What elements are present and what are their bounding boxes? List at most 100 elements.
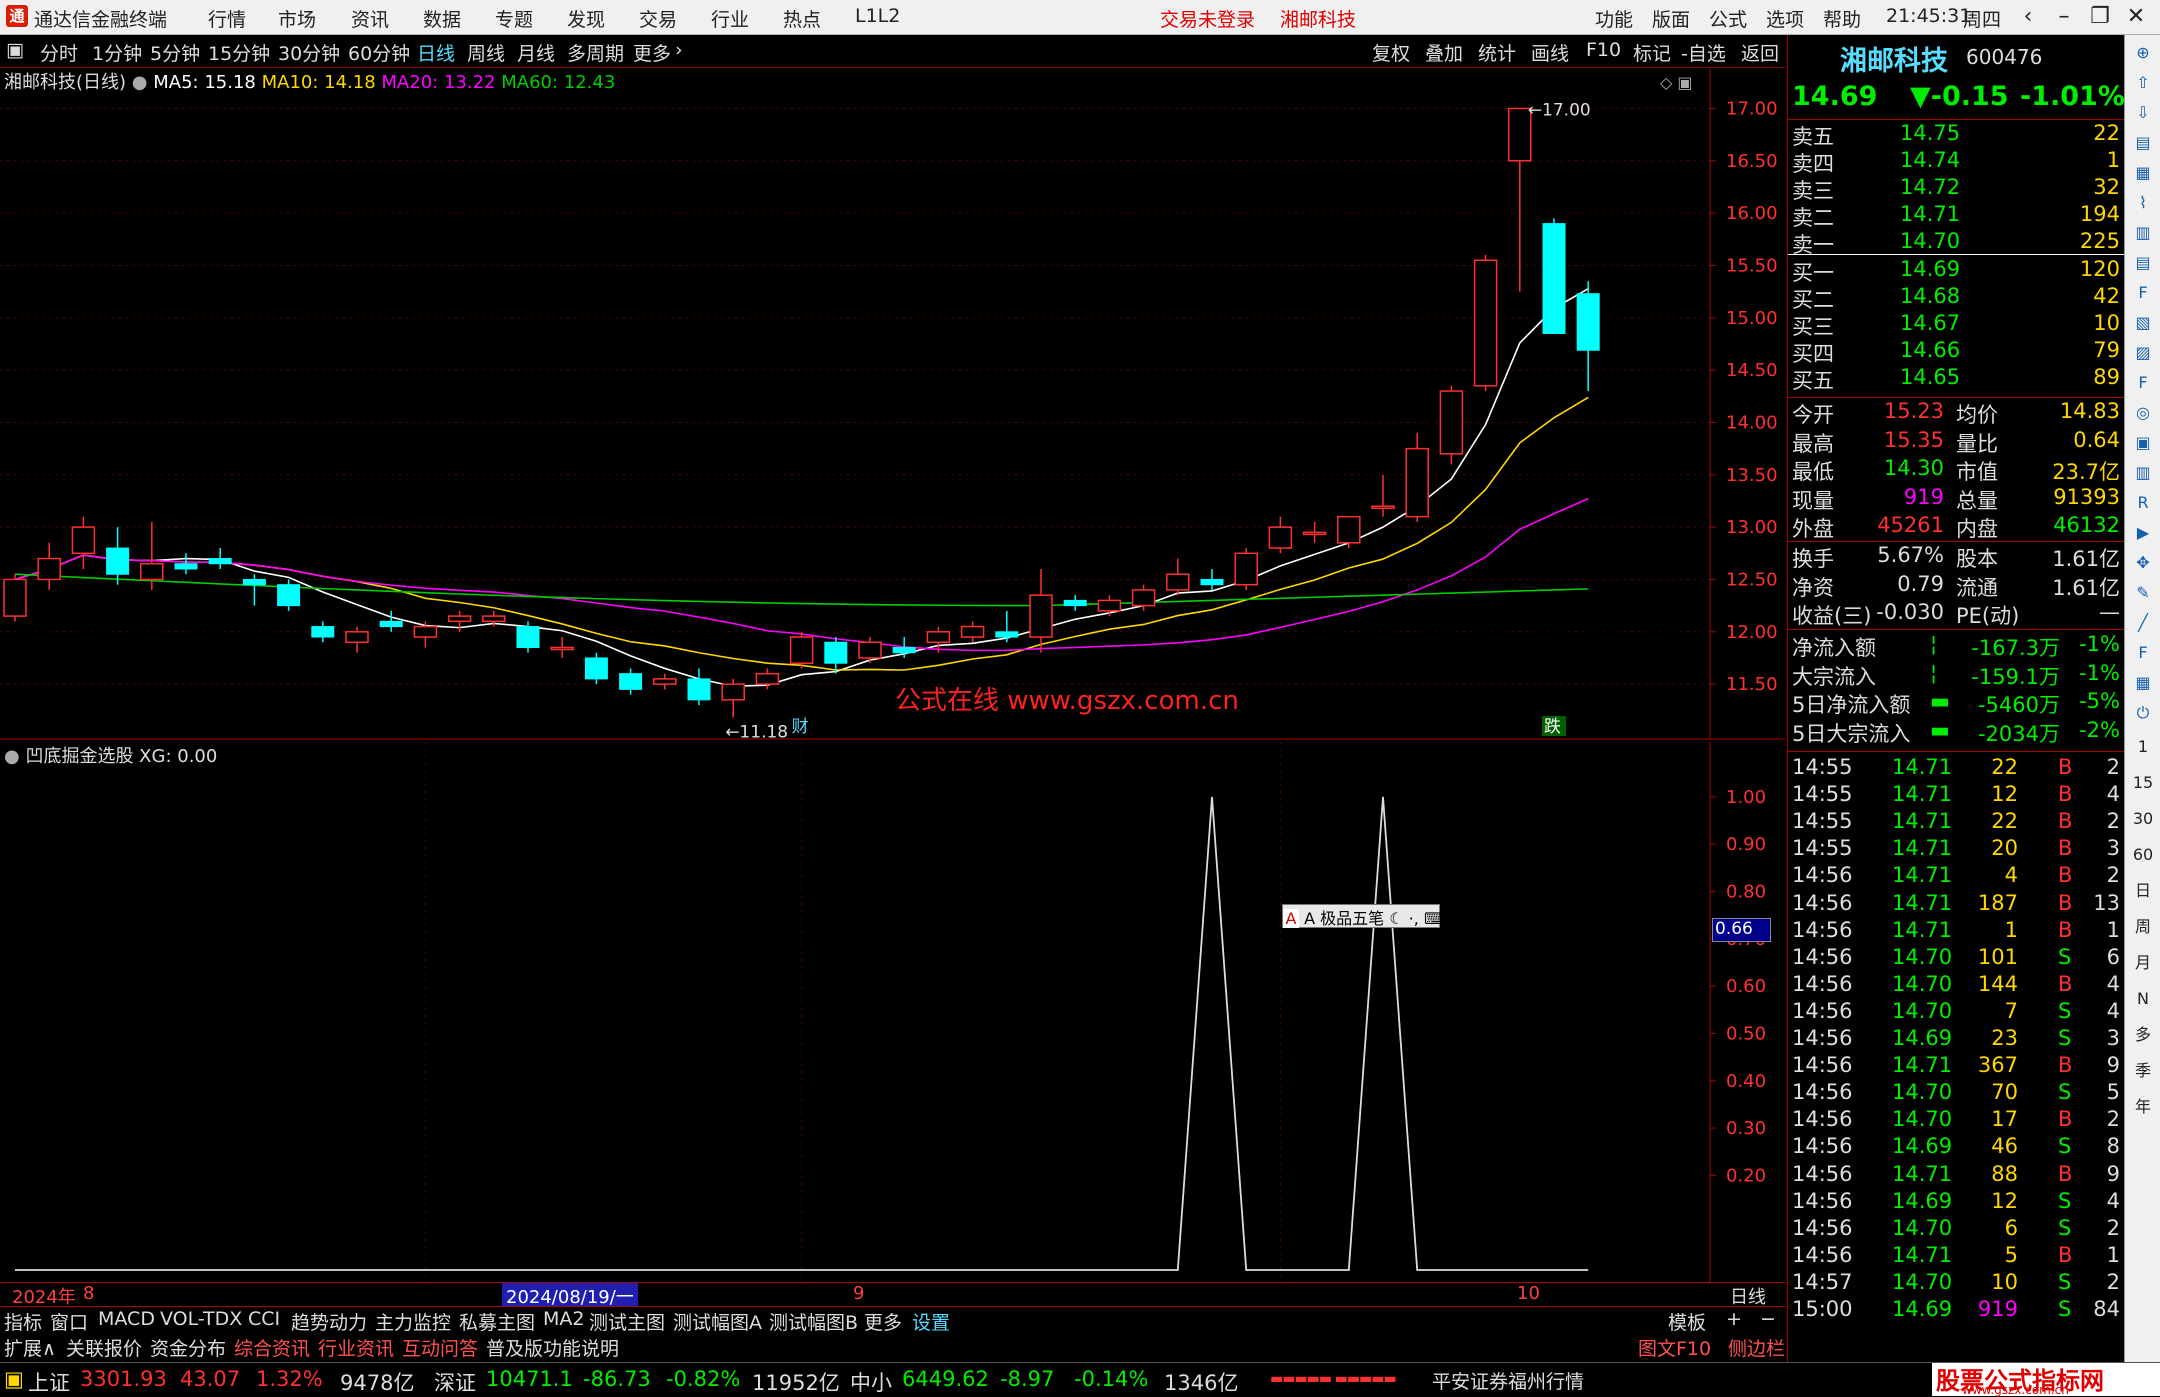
tab-cci[interactable]: CCI (248, 1308, 280, 1330)
period-1-label[interactable]: 1 (2131, 735, 2155, 759)
period-1min[interactable]: 1分钟 (92, 39, 142, 66)
period-30min[interactable]: 30分钟 (278, 39, 340, 66)
period-15min[interactable]: 15分钟 (208, 39, 270, 66)
tab-hudong[interactable]: 互动问答 (402, 1334, 478, 1361)
bars-icon[interactable]: ▥ (2131, 461, 2155, 485)
ime-dot-icon[interactable]: ·, (1409, 909, 1419, 928)
menu-xuanxiang[interactable]: 选项 (1766, 5, 1804, 32)
zoom-in-button[interactable]: + (1726, 1308, 1742, 1330)
tab-ceshi-futu-b[interactable]: 测试幅图B (769, 1308, 858, 1335)
menu-l1l2[interactable]: L1L2 (855, 5, 900, 27)
zoom-out-button[interactable]: − (1760, 1308, 1776, 1330)
kline-icon[interactable]: ▥ (2131, 221, 2155, 245)
minimize-icon[interactable]: – (2046, 2, 2082, 32)
trade-status[interactable]: 交易未登录 (1160, 5, 1255, 32)
menu-shuju[interactable]: 数据 (423, 5, 461, 32)
menu-bangzhu[interactable]: 帮助 (1823, 5, 1861, 32)
tab-guanlian[interactable]: 关联报价 (66, 1334, 142, 1361)
pen-icon[interactable]: ✎ (2131, 581, 2155, 605)
tool-biaoji[interactable]: 标记 (1633, 39, 1671, 66)
sz-label[interactable]: 深证 (434, 1367, 476, 1397)
period-15-label[interactable]: 15 (2131, 771, 2155, 795)
menu-faxian[interactable]: 发现 (567, 5, 605, 32)
zx-label[interactable]: 中小 (850, 1367, 892, 1397)
tool-zixuan[interactable]: -自选 (1681, 39, 1726, 66)
f2-icon[interactable]: F (2131, 371, 2155, 395)
tab-puji[interactable]: 普及版功能说明 (486, 1334, 619, 1361)
tab-f10-text[interactable]: 图文F10 (1638, 1334, 1711, 1361)
list-icon[interactable]: ▤ (2131, 131, 2155, 155)
menu-zhuanti[interactable]: 专题 (495, 5, 533, 32)
f5-icon[interactable]: F (2131, 641, 2155, 665)
restore-icon[interactable]: ❐ (2082, 2, 2118, 32)
sh-label[interactable]: 上证 (28, 1367, 70, 1397)
arrow-up-icon[interactable]: ⇧ (2131, 71, 2155, 95)
panel-toggle-icon[interactable]: ▣ (6, 39, 24, 61)
arrow-down-icon[interactable]: ⇩ (2131, 101, 2155, 125)
table-icon[interactable]: ▤ (2131, 251, 2155, 275)
period-5min[interactable]: 5分钟 (150, 39, 200, 66)
tab-kuozhan[interactable]: 扩展∧ (4, 1334, 56, 1361)
menu-gongneng[interactable]: 功能 (1595, 5, 1633, 32)
menu-redian[interactable]: 热点 (783, 5, 821, 32)
tab-ceshi-futu-a[interactable]: 测试幅图A (673, 1308, 762, 1335)
period-multi[interactable]: 多周期 (567, 39, 624, 66)
grid-icon[interactable]: ▦ (2131, 161, 2155, 185)
menu-hangye[interactable]: 行业 (711, 5, 749, 32)
tool-tongji[interactable]: 统计 (1478, 39, 1516, 66)
ime-keyboard-icon[interactable]: ⌨ (1424, 909, 1447, 928)
tab-chuangkou[interactable]: 窗口 (50, 1308, 88, 1335)
tab-hangye[interactable]: 行业资讯 (318, 1334, 394, 1361)
tool-f10[interactable]: F10 (1586, 39, 1621, 61)
back-icon[interactable]: ‹ (2010, 2, 2046, 32)
tab-settings[interactable]: 设置 (912, 1308, 950, 1335)
period-multi-label[interactable]: 多 (2131, 1023, 2155, 1047)
period-month[interactable]: 月线 (517, 39, 555, 66)
tool-fuquan[interactable]: 复权 (1372, 39, 1410, 66)
tab-simu[interactable]: 私募主图 (459, 1308, 535, 1335)
tab-zhibiao[interactable]: 指标 (4, 1308, 42, 1335)
rsi-icon[interactable]: R (2131, 491, 2155, 515)
tab-zijin[interactable]: 资金分布 (150, 1334, 226, 1361)
tab-vol-tdx[interactable]: VOL-TDX (160, 1308, 242, 1330)
power-icon[interactable]: ⏻ (2131, 701, 2155, 725)
tool-fanhui[interactable]: 返回 (1741, 39, 1779, 66)
tab-qushi[interactable]: 趋势动力 (291, 1308, 367, 1335)
book-icon[interactable]: ▨ (2131, 341, 2155, 365)
status-icon[interactable]: ▣ (4, 1367, 24, 1391)
period-60min[interactable]: 60分钟 (348, 39, 410, 66)
period-year-label[interactable]: 年 (2131, 1095, 2155, 1119)
menu-hangqing[interactable]: 行情 (208, 5, 246, 32)
menu-banmian[interactable]: 版面 (1652, 5, 1690, 32)
indicator-chart[interactable]: 1.000.900.800.700.600.500.400.300.20 (0, 742, 1785, 1282)
pin-icon[interactable]: ⊕ (2131, 41, 2155, 65)
period-n-label[interactable]: N (2131, 987, 2155, 1011)
stats-icon[interactable]: ▦ (2131, 671, 2155, 695)
chart-icon[interactable]: ▧ (2131, 311, 2155, 335)
chevron-right-icon[interactable]: › (675, 39, 683, 61)
menu-zixun[interactable]: 资讯 (351, 5, 389, 32)
period-day[interactable]: 日线 (417, 39, 455, 66)
period-season-label[interactable]: 季 (2131, 1059, 2155, 1083)
period-30-label[interactable]: 30 (2131, 807, 2155, 831)
news-icon[interactable]: ▣ (2131, 431, 2155, 455)
settings-dot-icon[interactable]: ● (132, 72, 148, 93)
tab-ma2[interactable]: MA2 (543, 1308, 584, 1330)
ime-a-icon[interactable]: A (1283, 909, 1299, 928)
tool-diejia[interactable]: 叠加 (1425, 39, 1463, 66)
move-icon[interactable]: ✥ (2131, 551, 2155, 575)
close-icon[interactable]: ✕ (2118, 2, 2154, 32)
tool-huaxian[interactable]: 画线 (1531, 39, 1569, 66)
line-icon[interactable]: ╱ (2131, 611, 2155, 635)
period-month-label[interactable]: 月 (2131, 951, 2155, 975)
tab-zonghe[interactable]: 综合资讯 (234, 1334, 310, 1361)
period-fenshi[interactable]: 分时 (40, 39, 78, 66)
candlestick-chart[interactable]: 17.00 16.50 16.00 15.50 15.00 14.50 14.00 13.50… (0, 68, 1785, 740)
period-more[interactable]: 更多 (633, 39, 671, 66)
tab-zhuli[interactable]: 主力监控 (375, 1308, 451, 1335)
period-week-label[interactable]: 周 (2131, 915, 2155, 939)
menu-gongshi[interactable]: 公式 (1709, 5, 1747, 32)
period-week[interactable]: 周线 (467, 39, 505, 66)
tab-template[interactable]: 模板 (1668, 1308, 1706, 1335)
period-60-label[interactable]: 60 (2131, 843, 2155, 867)
